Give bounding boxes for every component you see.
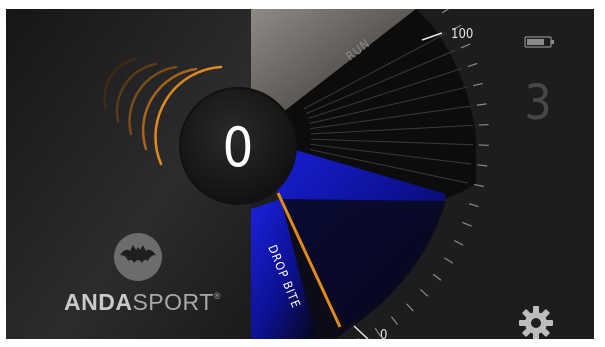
gauge-tick <box>478 123 489 126</box>
app-screen: 0 RUN DROP BITE 100 0 3 ANDASPORT® <box>6 9 594 339</box>
center-value: 0 <box>223 116 254 179</box>
gauge-max-label: 100 <box>451 27 473 42</box>
brand-part1: ANDA <box>64 289 133 315</box>
gear-icon[interactable] <box>518 305 554 339</box>
battery-icon <box>524 36 554 48</box>
level-value: 3 <box>524 75 551 131</box>
gauge-min-label: 0 <box>380 328 387 339</box>
brand-wordmark: ANDASPORT® <box>64 289 244 319</box>
brand-part2: SPORT <box>132 289 214 315</box>
brand-registered: ® <box>213 291 221 301</box>
bat-logo-icon <box>114 233 162 281</box>
